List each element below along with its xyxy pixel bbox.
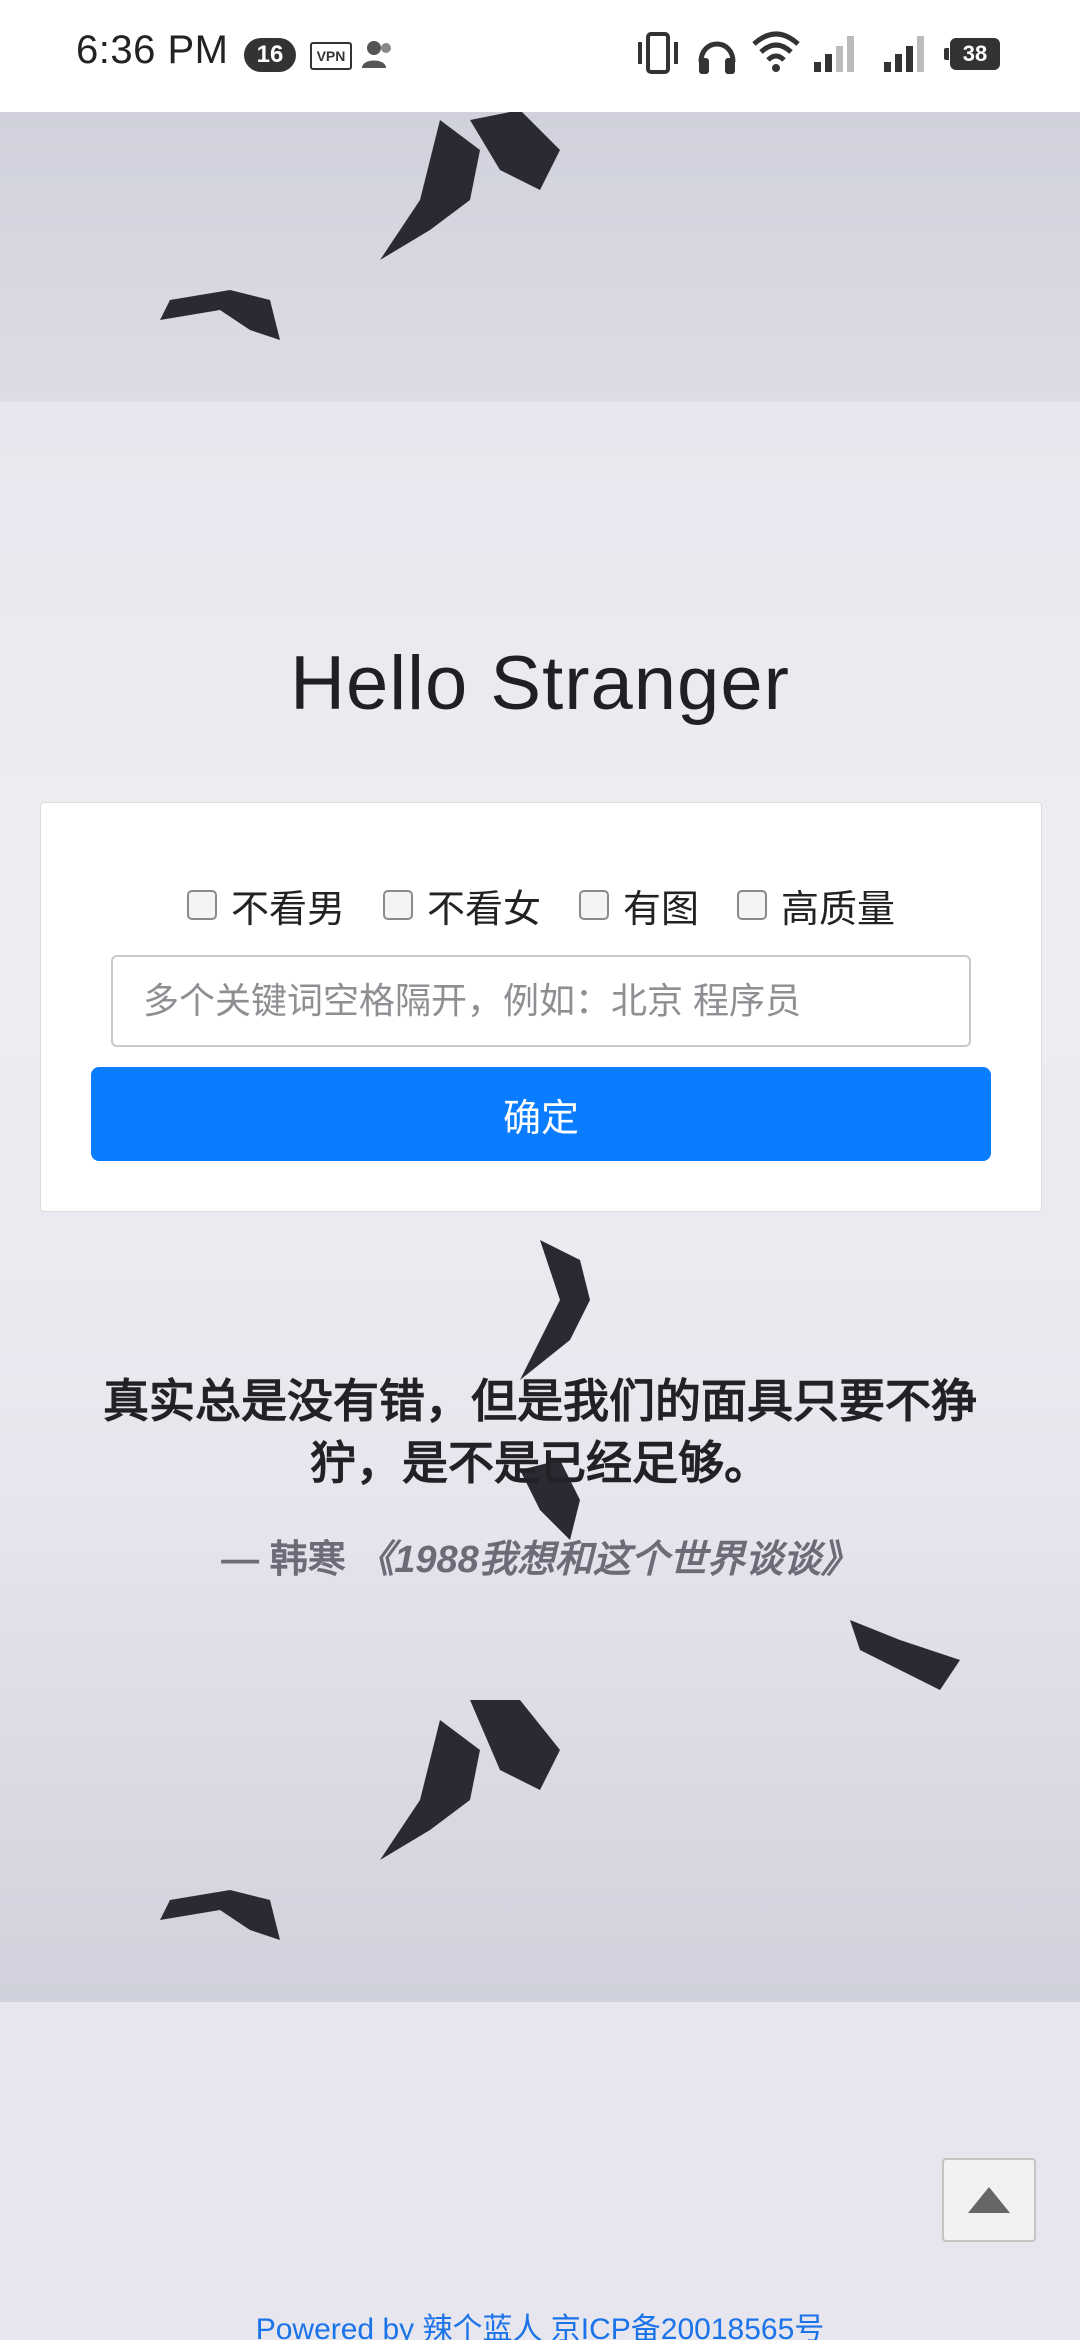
checkbox[interactable]	[737, 890, 768, 920]
quote-book: 《1988我想和这个世界谈谈》	[356, 1539, 859, 1581]
back-to-top-button[interactable]	[942, 2158, 1036, 2242]
triangle-up-icon	[968, 2187, 1010, 2213]
quote-source: — 韩寒 《1988我想和这个世界谈谈》	[0, 1528, 1080, 1583]
notification-count-badge: 16	[244, 38, 296, 72]
headphones-icon	[698, 41, 736, 74]
filter-high-quality[interactable]: 高质量	[737, 878, 895, 933]
footer[interactable]: Powered by 辣个蓝人 京ICP备20018565号	[0, 2304, 1080, 2340]
status-time: 6:36 PM	[76, 28, 229, 72]
wifi-icon	[752, 31, 800, 72]
filter-no-female[interactable]: 不看女	[382, 878, 541, 933]
filter-label: 有图	[623, 888, 700, 931]
quote-text: 真实总是没有错，但是我们的面具只要不狰狞，是不是已经足够。	[103, 1375, 977, 1489]
signal-icon-1	[814, 36, 854, 72]
filter-label: 不看男	[230, 888, 345, 931]
signal-icon-2	[884, 36, 924, 72]
filter-no-male[interactable]: 不看男	[186, 878, 345, 933]
submit-button[interactable]: 确定	[91, 1067, 991, 1161]
vibrate-icon	[638, 32, 678, 74]
battery-indicator: 38	[944, 38, 1000, 70]
filter-options: 不看男 不看女 有图 高质量	[41, 875, 1041, 935]
page-title: Hello Stranger	[290, 641, 790, 726]
keyword-search-input[interactable]	[111, 955, 971, 1047]
filter-label: 不看女	[426, 888, 541, 931]
vpn-icon: VPN	[310, 42, 352, 70]
filter-label: 高质量	[781, 888, 896, 931]
checkbox[interactable]	[382, 890, 413, 920]
checkbox[interactable]	[186, 890, 217, 920]
footer-text[interactable]: Powered by 辣个蓝人 京ICP备20018565号	[256, 2313, 825, 2340]
status-bar: 6:36 PM 16 VPN 38	[0, 0, 1080, 112]
quote-author: — 韩寒	[221, 1539, 346, 1581]
checkbox[interactable]	[579, 890, 609, 920]
filter-has-image[interactable]: 有图	[579, 878, 699, 933]
search-card: 不看男 不看女 有图 高质量 确定	[40, 802, 1042, 1212]
contacts-icon	[362, 41, 391, 68]
